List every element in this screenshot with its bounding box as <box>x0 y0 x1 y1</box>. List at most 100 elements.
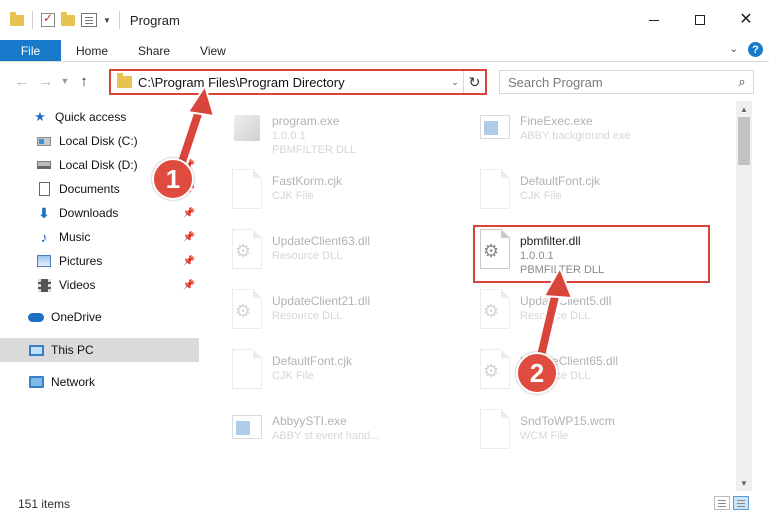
file-item[interactable]: DefaultFont.cjk CJK File <box>476 167 716 225</box>
refresh-icon[interactable]: ↻ <box>463 71 485 93</box>
file-icon <box>228 167 266 215</box>
tab-share[interactable]: Share <box>123 40 185 61</box>
sidebar-item-videos[interactable]: Videos 📌 <box>0 273 199 297</box>
customize-toolbar-dropdown-icon[interactable]: ▼ <box>103 16 111 25</box>
file-item-pbmfilter-dll[interactable]: ⚙ pbmfilter.dll 1.0.0.1 PBMFILTER DLL <box>476 227 716 285</box>
step-marker-2: 2 <box>516 352 558 394</box>
pictures-icon <box>36 253 52 269</box>
file-name: UpdateClient21.dll <box>272 294 371 308</box>
pin-icon: 📌 <box>182 135 195 147</box>
file-detail: PBMFILTER DLL <box>272 144 357 156</box>
ribbon-tabs: File Home Share View ⌄ ? <box>0 40 769 62</box>
tab-file[interactable]: File <box>0 40 61 61</box>
scrollbar-thumb[interactable] <box>738 117 750 165</box>
help-icon[interactable]: ? <box>748 42 763 57</box>
forward-arrow-icon[interactable]: → <box>34 73 58 90</box>
file-item[interactable]: DefaultFont.cjk CJK File <box>228 347 468 405</box>
file-item[interactable]: ⚙ UpdateClient63.dll Resource DLL <box>228 227 468 285</box>
scroll-down-arrow-icon[interactable]: ▼ <box>736 475 752 491</box>
expand-ribbon-chevron-icon[interactable]: ⌄ <box>730 44 738 55</box>
sidebar-item-onedrive[interactable]: OneDrive <box>0 305 199 329</box>
details-view-icon[interactable] <box>714 496 730 510</box>
file-item[interactable]: FastKorm.cjk CJK File <box>228 167 468 225</box>
network-icon <box>28 374 44 390</box>
pin-icon: 📌 <box>182 207 195 219</box>
file-detail: Resource DLL <box>272 250 343 262</box>
search-icon[interactable]: ⌕ <box>731 74 753 90</box>
sidebar-item-label: Quick access <box>55 110 127 124</box>
new-folder-icon[interactable] <box>61 11 75 26</box>
tab-home[interactable]: Home <box>61 40 123 61</box>
pin-icon: 📌 <box>182 279 195 291</box>
recent-locations-chevron-icon[interactable]: ▼ <box>58 76 72 86</box>
maximize-button[interactable] <box>677 0 723 40</box>
dll-gear-icon: ⚙ <box>476 227 514 275</box>
properties-check-icon[interactable] <box>41 11 55 27</box>
dll-gear-icon: ⚙ <box>228 227 266 275</box>
file-item[interactable]: ⚙ UpdateClient65.dll Resource DLL <box>476 347 716 405</box>
window-title: Program <box>129 12 180 28</box>
vertical-scrollbar[interactable]: ▲ ▼ <box>736 101 752 491</box>
address-bar[interactable]: C:\Program Files\Program Directory ⌄ ↻ <box>109 69 487 95</box>
sidebar-item-label: Videos <box>59 278 96 292</box>
file-detail: 1.0.0.1 <box>272 130 306 142</box>
sidebar-item-pictures[interactable]: Pictures 📌 <box>0 249 199 273</box>
minimize-button[interactable] <box>631 0 677 40</box>
disk-icon <box>36 133 52 149</box>
search-input[interactable] <box>500 74 731 90</box>
back-arrow-icon[interactable]: ← <box>10 73 34 90</box>
file-name: UpdateClient5.dll <box>520 294 612 308</box>
address-dropdown-icon[interactable]: ⌄ <box>447 77 463 88</box>
folder-icon <box>117 73 132 88</box>
file-detail: PBMFILTER DLL <box>520 264 605 276</box>
file-detail: ABBY background exe <box>520 130 631 142</box>
sidebar-item-downloads[interactable]: ⬇ Downloads 📌 <box>0 201 199 225</box>
navigation-bar: ← → ▼ ↑ C:\Program Files\Program Directo… <box>0 63 769 99</box>
pin-icon: 📌 <box>182 231 195 243</box>
item-count: 151 items <box>18 497 71 511</box>
onedrive-icon <box>28 309 44 325</box>
file-detail: WCM File <box>520 430 569 442</box>
sidebar-item-label: Downloads <box>59 206 119 220</box>
close-button[interactable]: ✕ <box>723 0 769 40</box>
sidebar-item-local-disk-c[interactable]: Local Disk (C:) 📌 <box>0 129 199 153</box>
this-pc-icon <box>28 342 44 358</box>
tab-view[interactable]: View <box>185 40 241 61</box>
sidebar-item-network[interactable]: Network <box>0 370 199 394</box>
sidebar-item-label: Pictures <box>59 254 103 268</box>
file-item[interactable]: FineExec.exe ABBY background exe <box>476 107 716 165</box>
sidebar-item-label: This PC <box>51 343 94 357</box>
file-name: DefaultFont.cjk <box>272 354 353 368</box>
sidebar-item-quick-access[interactable]: ★ Quick access <box>0 105 199 129</box>
file-item[interactable]: AbbyySTI.exe ABBY st event hand... <box>228 407 468 465</box>
file-item[interactable]: program.exe 1.0.0.1 PBMFILTER DLL <box>228 107 468 165</box>
sidebar-item-label: Documents <box>59 182 120 196</box>
file-name: program.exe <box>272 114 340 128</box>
file-item[interactable]: ⚙ UpdateClient5.dll Resource DLL <box>476 287 716 345</box>
dll-gear-icon: ⚙ <box>228 287 266 335</box>
file-item[interactable]: SndToWP15.wcm WCM File <box>476 407 716 465</box>
sidebar-item-music[interactable]: ♪ Music 📌 <box>0 225 199 249</box>
scroll-up-arrow-icon[interactable]: ▲ <box>736 101 752 117</box>
file-list: program.exe 1.0.0.1 PBMFILTER DLL FastKo… <box>202 101 736 491</box>
sidebar-item-label: OneDrive <box>51 310 102 324</box>
address-path[interactable]: C:\Program Files\Program Directory <box>138 75 447 90</box>
file-item[interactable]: ⚙ UpdateClient21.dll Resource DLL <box>228 287 468 345</box>
tiles-view-icon[interactable] <box>733 496 749 510</box>
file-icon <box>476 407 514 455</box>
search-box[interactable]: ⌕ <box>499 70 754 94</box>
minimize-icon <box>649 19 659 21</box>
file-detail: ABBY st event hand... <box>272 430 380 442</box>
view-switcher <box>714 496 749 510</box>
sidebar-item-this-pc[interactable]: This PC <box>0 338 199 362</box>
file-detail: CJK File <box>272 370 314 382</box>
file-icon <box>228 347 266 395</box>
properties-icon[interactable] <box>81 13 97 27</box>
status-bar: 151 items <box>0 493 769 515</box>
dll-gear-icon: ⚙ <box>476 287 514 335</box>
videos-icon <box>36 277 52 293</box>
file-detail: CJK File <box>520 190 562 202</box>
up-arrow-icon[interactable]: ↑ <box>72 73 96 90</box>
file-detail: Resource DLL <box>520 310 591 322</box>
quick-access-toolbar: ▼ <box>0 0 122 40</box>
